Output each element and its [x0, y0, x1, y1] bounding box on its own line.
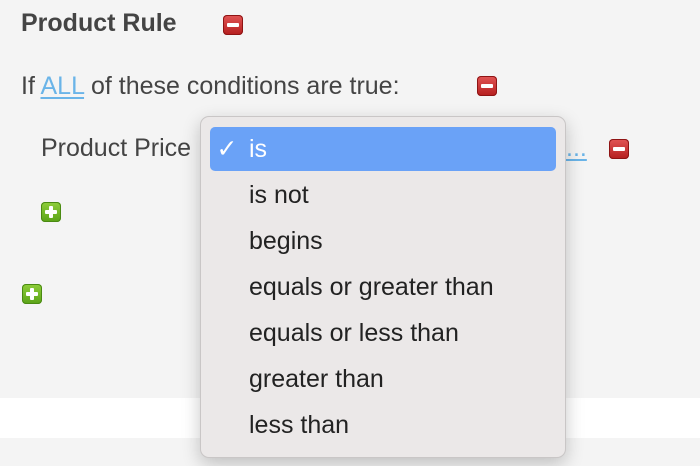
conditions-suffix: of these conditions are true: [91, 72, 400, 100]
option-label: is [249, 135, 268, 163]
operator-option-begins[interactable]: begins [210, 219, 556, 263]
match-mode-link[interactable]: ALL [40, 72, 84, 100]
operator-option-less-than[interactable]: less than [210, 403, 556, 447]
rule-title: Product Rule [21, 9, 177, 37]
add-condition-button[interactable] [41, 202, 61, 222]
conditions-sentence: If ALL of these conditions are true: [21, 72, 400, 101]
option-label: equals or less than [249, 319, 459, 347]
operator-option-is[interactable]: ✓ is [210, 127, 556, 171]
operator-option-equals-or-greater-than[interactable]: equals or greater than [210, 265, 556, 309]
option-label: is not [249, 181, 309, 209]
condition-field-label: Product Price [41, 134, 192, 162]
remove-rule-button[interactable] [223, 15, 243, 35]
operator-dropdown-menu: ✓ is is not begins equals or greater tha… [200, 116, 566, 458]
condition-value-link[interactable]: ... [566, 134, 587, 163]
remove-condition-group-button[interactable] [477, 76, 497, 96]
checkmark-icon: ✓ [216, 135, 238, 163]
operator-option-greater-than[interactable]: greater than [210, 357, 556, 401]
operator-option-is-not[interactable]: is not [210, 173, 556, 217]
add-condition-group-button[interactable] [22, 284, 42, 304]
remove-condition-button[interactable] [609, 139, 629, 159]
option-label: equals or greater than [249, 273, 494, 301]
option-label: begins [249, 227, 323, 255]
conditions-prefix: If [21, 72, 35, 100]
option-label: less than [249, 411, 350, 439]
operator-option-equals-or-less-than[interactable]: equals or less than [210, 311, 556, 355]
option-label: greater than [249, 365, 384, 393]
